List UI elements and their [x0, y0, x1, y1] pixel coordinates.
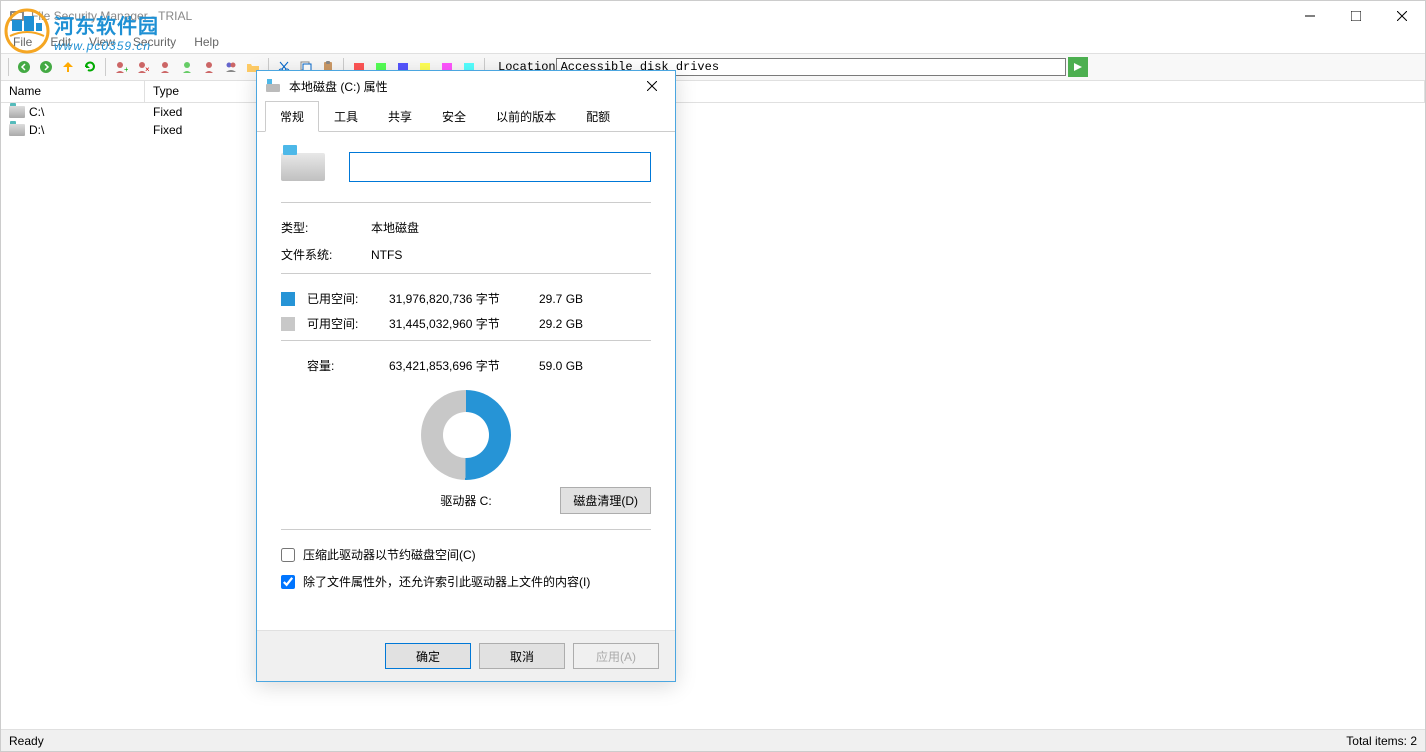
menu-file[interactable]: File [5, 33, 40, 51]
usage-donut-chart [281, 390, 651, 480]
dialog-body: 类型: 本地磁盘 文件系统: NTFS 已用空间: 31,976,820,736… [257, 132, 675, 630]
list-header: Name Type [1, 81, 1425, 103]
titlebar: File Security Manager - TRIAL [1, 1, 1425, 31]
tab-general[interactable]: 常规 [265, 101, 319, 132]
type-label: 类型: [281, 219, 371, 236]
user2-button[interactable] [177, 57, 197, 77]
divider [281, 202, 651, 203]
dialog-title: 本地磁盘 (C:) 属性 [289, 78, 388, 95]
close-button[interactable] [1379, 1, 1425, 31]
free-label: 可用空间: [307, 315, 389, 332]
capacity-bytes: 63,421,853,696 字节 [389, 357, 539, 374]
free-gb: 29.2 GB [539, 317, 599, 331]
maximize-button[interactable] [1333, 1, 1379, 31]
filesystem-label: 文件系统: [281, 246, 371, 263]
statusbar: Ready Total items: 2 [1, 729, 1425, 751]
tab-sharing[interactable]: 共享 [373, 101, 427, 132]
back-button[interactable] [14, 57, 34, 77]
dialog-tabs: 常规 工具 共享 安全 以前的版本 配额 [257, 101, 675, 132]
drive-icon [9, 124, 25, 136]
disk-large-icon [281, 153, 325, 181]
svg-text:×: × [145, 65, 150, 74]
tab-tools[interactable]: 工具 [319, 101, 373, 132]
used-gb: 29.7 GB [539, 292, 599, 306]
refresh-button[interactable] [80, 57, 100, 77]
up-button[interactable] [58, 57, 78, 77]
cancel-button[interactable]: 取消 [479, 643, 565, 669]
status-left: Ready [9, 734, 44, 748]
index-checkbox-row[interactable]: 除了文件属性外，还允许索引此驱动器上文件的内容(I) [281, 573, 651, 590]
dialog-close-button[interactable] [637, 71, 667, 101]
menu-view[interactable]: View [81, 33, 123, 51]
minimize-button[interactable] [1287, 1, 1333, 31]
list-body: C:\ Fixed D:\ Fixed [1, 103, 1425, 729]
used-bytes: 31,976,820,736 字节 [389, 290, 539, 307]
used-label: 已用空间: [307, 290, 389, 307]
list-row[interactable]: C:\ Fixed [1, 103, 1425, 121]
forward-button[interactable] [36, 57, 56, 77]
toolbar: + × Location [1, 53, 1425, 81]
disk-cleanup-button[interactable]: 磁盘清理(D) [560, 487, 651, 514]
tab-previous[interactable]: 以前的版本 [481, 101, 571, 132]
list-row[interactable]: D:\ Fixed [1, 121, 1425, 139]
compress-label: 压缩此驱动器以节约磁盘空间(C) [303, 546, 476, 563]
drive-icon [9, 106, 25, 118]
type-value: 本地磁盘 [371, 219, 651, 236]
dialog-buttons: 确定 取消 应用(A) [257, 630, 675, 681]
column-name[interactable]: Name [1, 81, 145, 102]
app-icon [9, 8, 25, 24]
group-button[interactable] [221, 57, 241, 77]
user3-button[interactable] [199, 57, 219, 77]
divider [281, 529, 651, 530]
tab-quota[interactable]: 配额 [571, 101, 625, 132]
status-right: Total items: 2 [1346, 734, 1417, 748]
ok-button[interactable]: 确定 [385, 643, 471, 669]
divider [281, 340, 651, 341]
free-swatch-icon [281, 317, 295, 331]
menu-help[interactable]: Help [186, 33, 227, 51]
volume-name-input[interactable] [349, 152, 651, 182]
dialog-drive-icon [265, 78, 281, 94]
user1-button[interactable] [155, 57, 175, 77]
user-add-button[interactable]: + [111, 57, 131, 77]
free-bytes: 31,445,032,960 字节 [389, 315, 539, 332]
compress-checkbox[interactable] [281, 548, 295, 562]
used-swatch-icon [281, 292, 295, 306]
menu-edit[interactable]: Edit [42, 33, 79, 51]
compress-checkbox-row[interactable]: 压缩此驱动器以节约磁盘空间(C) [281, 546, 651, 563]
drive-label: 驱动器 C: [440, 492, 491, 509]
filesystem-value: NTFS [371, 248, 651, 262]
apply-button[interactable]: 应用(A) [573, 643, 659, 669]
divider [281, 273, 651, 274]
capacity-label: 容量: [307, 357, 389, 374]
properties-dialog: 本地磁盘 (C:) 属性 常规 工具 共享 安全 以前的版本 配额 类型: 本地… [256, 70, 676, 682]
content-area: Name Type C:\ Fixed D:\ Fixed [1, 81, 1425, 729]
go-button[interactable] [1068, 57, 1088, 77]
capacity-gb: 59.0 GB [539, 359, 599, 373]
menubar: File Edit View Security Help [1, 31, 1425, 53]
menu-security[interactable]: Security [125, 33, 184, 51]
main-window: File Security Manager - TRIAL File Edit … [0, 0, 1426, 752]
index-label: 除了文件属性外，还允许索引此驱动器上文件的内容(I) [303, 573, 590, 590]
window-title: File Security Manager - TRIAL [31, 9, 192, 23]
svg-text:+: + [124, 65, 128, 74]
dialog-titlebar[interactable]: 本地磁盘 (C:) 属性 [257, 71, 675, 101]
index-checkbox[interactable] [281, 575, 295, 589]
tab-security[interactable]: 安全 [427, 101, 481, 132]
user-remove-button[interactable]: × [133, 57, 153, 77]
